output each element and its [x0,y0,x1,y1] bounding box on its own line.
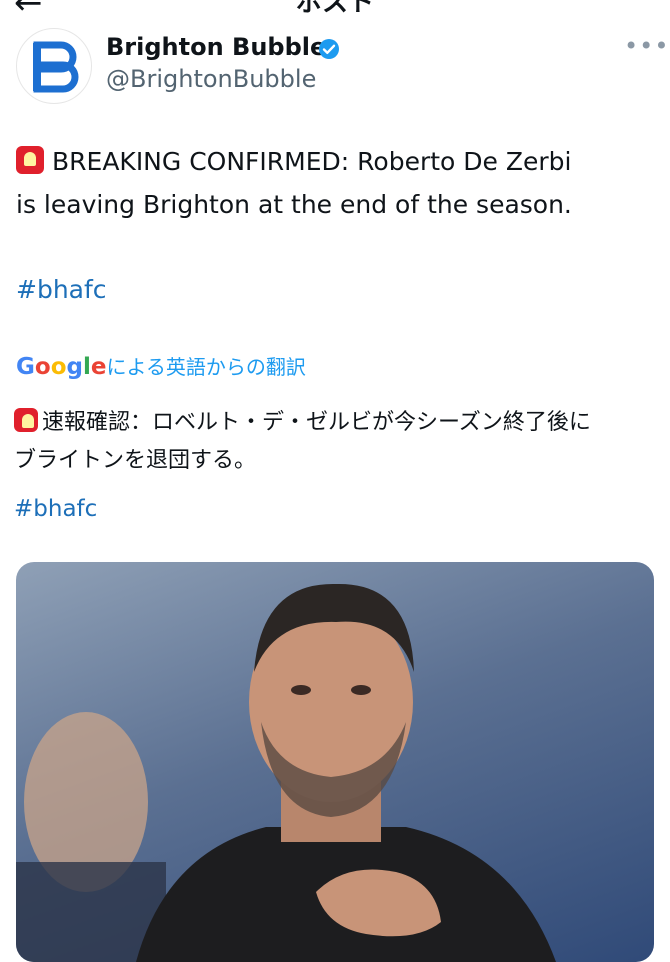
translation-attribution[interactable]: Googleによる英語からの翻訳 [16,352,306,382]
top-bar: ← ポスト [0,0,670,20]
google-logo: Google [16,354,107,380]
translated-hashtag-link[interactable]: #bhafc [14,492,97,526]
avatar[interactable] [16,28,92,104]
translation-label: による英語からの翻訳 [106,355,306,379]
photo-illustration [16,583,556,962]
tweet-text: BREAKING CONFIRMED: Roberto De Zerbi is … [16,140,656,226]
tweet-media-image[interactable] [16,562,654,962]
hashtag-link[interactable]: #bhafc [16,270,107,310]
author-name[interactable]: Brighton Bubble [106,32,326,62]
translated-text: 速報確認：ロベルト・デ・ゼルビが今シーズン終了後に ブライトンを退団する。 [14,404,654,480]
tweet-text-line1: BREAKING CONFIRMED: Roberto De Zerbi [52,147,572,176]
translated-text-line1: 速報確認：ロベルト・デ・ゼルビが今シーズン終了後に [42,410,591,435]
page-title: ポスト [295,0,374,18]
author-handle[interactable]: @BrightonBubble [106,64,316,94]
brighton-bubble-logo [33,41,79,93]
translated-text-line2: ブライトンを退団する。 [14,448,257,473]
siren-emoji-icon [14,408,38,432]
verified-badge-icon [319,39,339,59]
tweet-text-line2: is leaving Brighton at the end of the se… [16,190,572,219]
more-options-icon[interactable]: ••• [624,32,669,60]
siren-emoji-icon [16,146,44,174]
